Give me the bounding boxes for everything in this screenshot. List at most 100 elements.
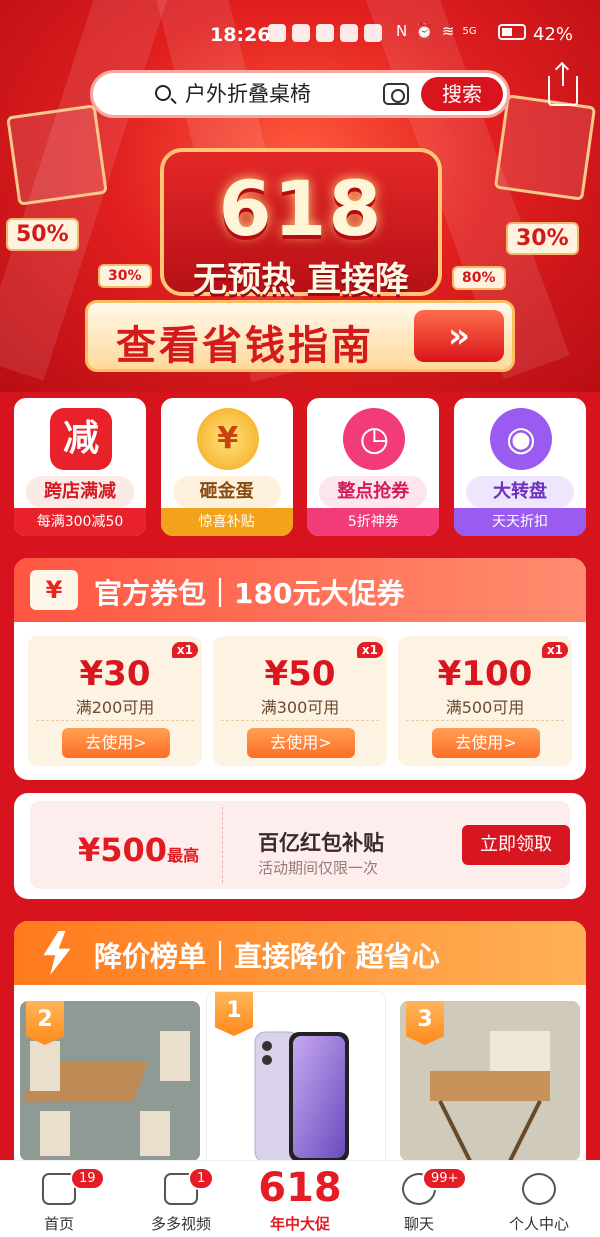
gift-box-decoration: [6, 104, 108, 206]
discount-tag: 80%: [452, 266, 506, 290]
camera-icon[interactable]: [383, 83, 409, 105]
nav-label: 年中大促: [269, 1215, 330, 1233]
activity-subtitle: 惊喜补贴: [160, 508, 293, 536]
yen-icon: ¥: [30, 570, 78, 610]
coupon-condition: 满500可用: [445, 698, 525, 717]
savings-guide-button[interactable]: 查看省钱指南 »: [85, 300, 515, 372]
hero-title-plate: 618 无预热 直接降: [160, 148, 442, 300]
notification-badge: 1: [188, 1167, 215, 1190]
coupon-pack-header: ¥ 官方券包｜180元大促券: [14, 558, 586, 622]
activity-name: 整点抢券: [319, 476, 428, 508]
red-packet-title: 百亿红包补贴: [258, 831, 384, 855]
coupon-card[interactable]: x1 ¥100 满500可用 去使用>: [398, 636, 572, 766]
bottom-nav: 19 首页 1 多多视频 618 年中大促 99+ 聊天 个人中心: [0, 1160, 600, 1237]
alarm-clock-icon: ◷: [343, 408, 406, 470]
app-notification-icon: [364, 24, 382, 42]
coupon-card[interactable]: x1 ¥50 满300可用 去使用>: [213, 636, 387, 766]
nav-item-video[interactable]: 1 多多视频: [126, 1161, 236, 1237]
hero-subtitle: 无预热 直接降: [193, 260, 409, 300]
battery-percent: 42%: [533, 24, 574, 45]
coupon-reduce-icon: 减: [50, 408, 112, 470]
app-notification-icon: [340, 24, 358, 42]
status-time: 18:26: [210, 24, 271, 46]
gift-box-decoration: [493, 94, 597, 201]
product-card[interactable]: 3: [400, 1001, 580, 1161]
red-packet-amount-value: ¥500: [78, 831, 168, 869]
coupon-amount: ¥100: [437, 654, 533, 694]
coupon-amount: ¥30: [79, 654, 151, 694]
coupon-pack-title: 官方券包｜180元大促券: [94, 577, 405, 610]
discount-tag: 50%: [6, 218, 79, 251]
notification-badge: 19: [70, 1167, 105, 1190]
activity-card-wheel[interactable]: ◉ 大转盘 天天折扣: [453, 398, 586, 536]
nav-item-mid-year-sale[interactable]: 618 年中大促: [245, 1161, 355, 1237]
claim-now-button[interactable]: 立即领取: [462, 825, 570, 865]
battery-icon: [498, 24, 526, 40]
use-coupon-button[interactable]: 去使用>: [247, 728, 355, 758]
status-bar: 18:26 N ⏰ ≋ 5G 42%: [0, 0, 600, 70]
activity-subtitle: 天天折扣: [453, 508, 586, 536]
divider: [36, 720, 194, 721]
search-icon: [155, 85, 171, 101]
rank-badge: 3: [406, 1001, 444, 1045]
hero-618-text: 618: [218, 164, 384, 253]
coupon-pack-panel: ¥ 官方券包｜180元大促券 x1 ¥30 满200可用 去使用> x1 ¥50…: [14, 558, 586, 780]
app-notification-icon: [316, 24, 334, 42]
search-bar[interactable]: 搜索: [90, 70, 510, 118]
coupon-condition: 满200可用: [75, 698, 155, 717]
coupon-condition: 满300可用: [260, 698, 340, 717]
use-coupon-button[interactable]: 去使用>: [62, 728, 170, 758]
discount-tag: 30%: [98, 264, 152, 288]
signal-icon: 5G: [462, 25, 477, 37]
nav-item-home[interactable]: 19 首页: [4, 1161, 114, 1237]
nfc-icon: N: [396, 22, 408, 40]
product-card[interactable]: 1: [206, 991, 386, 1166]
nav-label: 多多视频: [150, 1215, 211, 1233]
activity-subtitle: 5折神券: [307, 508, 440, 536]
search-input[interactable]: [185, 81, 375, 105]
nav-label: 聊天: [403, 1215, 434, 1233]
system-icons: N ⏰ ≋ 5G: [396, 22, 477, 40]
red-packet-card[interactable]: ¥500最高 百亿红包补贴 活动期间仅限一次 立即领取: [30, 801, 570, 889]
divider: [222, 807, 223, 883]
wifi-icon: ≋: [441, 22, 455, 40]
activity-card-golden-egg[interactable]: ¥ 砸金蛋 惊喜补贴: [160, 398, 293, 536]
coupon-amount: ¥50: [264, 654, 336, 694]
nav-item-chat[interactable]: 99+ 聊天: [364, 1161, 474, 1237]
coupon-card[interactable]: x1 ¥30 满200可用 去使用>: [28, 636, 202, 766]
red-packet-amount: ¥500最高: [78, 831, 199, 869]
savings-guide-label: 查看省钱指南: [116, 323, 374, 369]
lightning-icon: [43, 931, 71, 975]
use-coupon-button[interactable]: 去使用>: [432, 728, 540, 758]
notification-icons: [268, 24, 382, 42]
red-packet-subtitle: 活动期间仅限一次: [258, 859, 379, 877]
notification-badge: 99+: [422, 1167, 468, 1190]
price-drop-title: 降价榜单｜直接降价 超省心: [94, 940, 440, 973]
search-button[interactable]: 搜索: [421, 77, 503, 111]
nav-label: 个人中心: [508, 1215, 569, 1233]
alarm-icon: ⏰: [415, 22, 434, 40]
spin-wheel-icon: ◉: [489, 408, 552, 470]
activity-subtitle: 每满300减50: [14, 508, 146, 536]
divider: [221, 720, 379, 721]
profile-icon: [522, 1173, 556, 1205]
share-icon[interactable]: [548, 64, 578, 106]
activity-grid: 减 跨店满减 每满300减50 ¥ 砸金蛋 惊喜补贴 ◷ 整点抢券 5折神券 ◉…: [14, 398, 586, 536]
coupon-list: x1 ¥30 满200可用 去使用> x1 ¥50 满300可用 去使用> x1…: [28, 636, 572, 768]
rank-badge: 1: [215, 992, 253, 1036]
divider: [406, 720, 564, 721]
activity-card-hourly-coupon[interactable]: ◷ 整点抢券 5折神券: [307, 398, 440, 536]
activity-name: 砸金蛋: [172, 476, 281, 508]
double-chevron-right-icon: »: [414, 310, 504, 362]
activity-card-cross-store[interactable]: 减 跨店满减 每满300减50: [14, 398, 146, 536]
activity-name: 跨店满减: [26, 476, 134, 508]
sale-618-icon: 618: [258, 1165, 342, 1211]
rank-badge: 2: [26, 1001, 64, 1045]
red-packet-panel: ¥500最高 百亿红包补贴 活动期间仅限一次 立即领取: [14, 793, 586, 899]
discount-tag: 30%: [506, 222, 579, 255]
product-card[interactable]: 2: [20, 1001, 200, 1161]
nav-item-profile[interactable]: 个人中心: [484, 1161, 594, 1237]
nav-label: 首页: [43, 1215, 74, 1233]
app-notification-icon: [268, 24, 286, 42]
red-packet-amount-suffix: 最高: [167, 846, 200, 865]
